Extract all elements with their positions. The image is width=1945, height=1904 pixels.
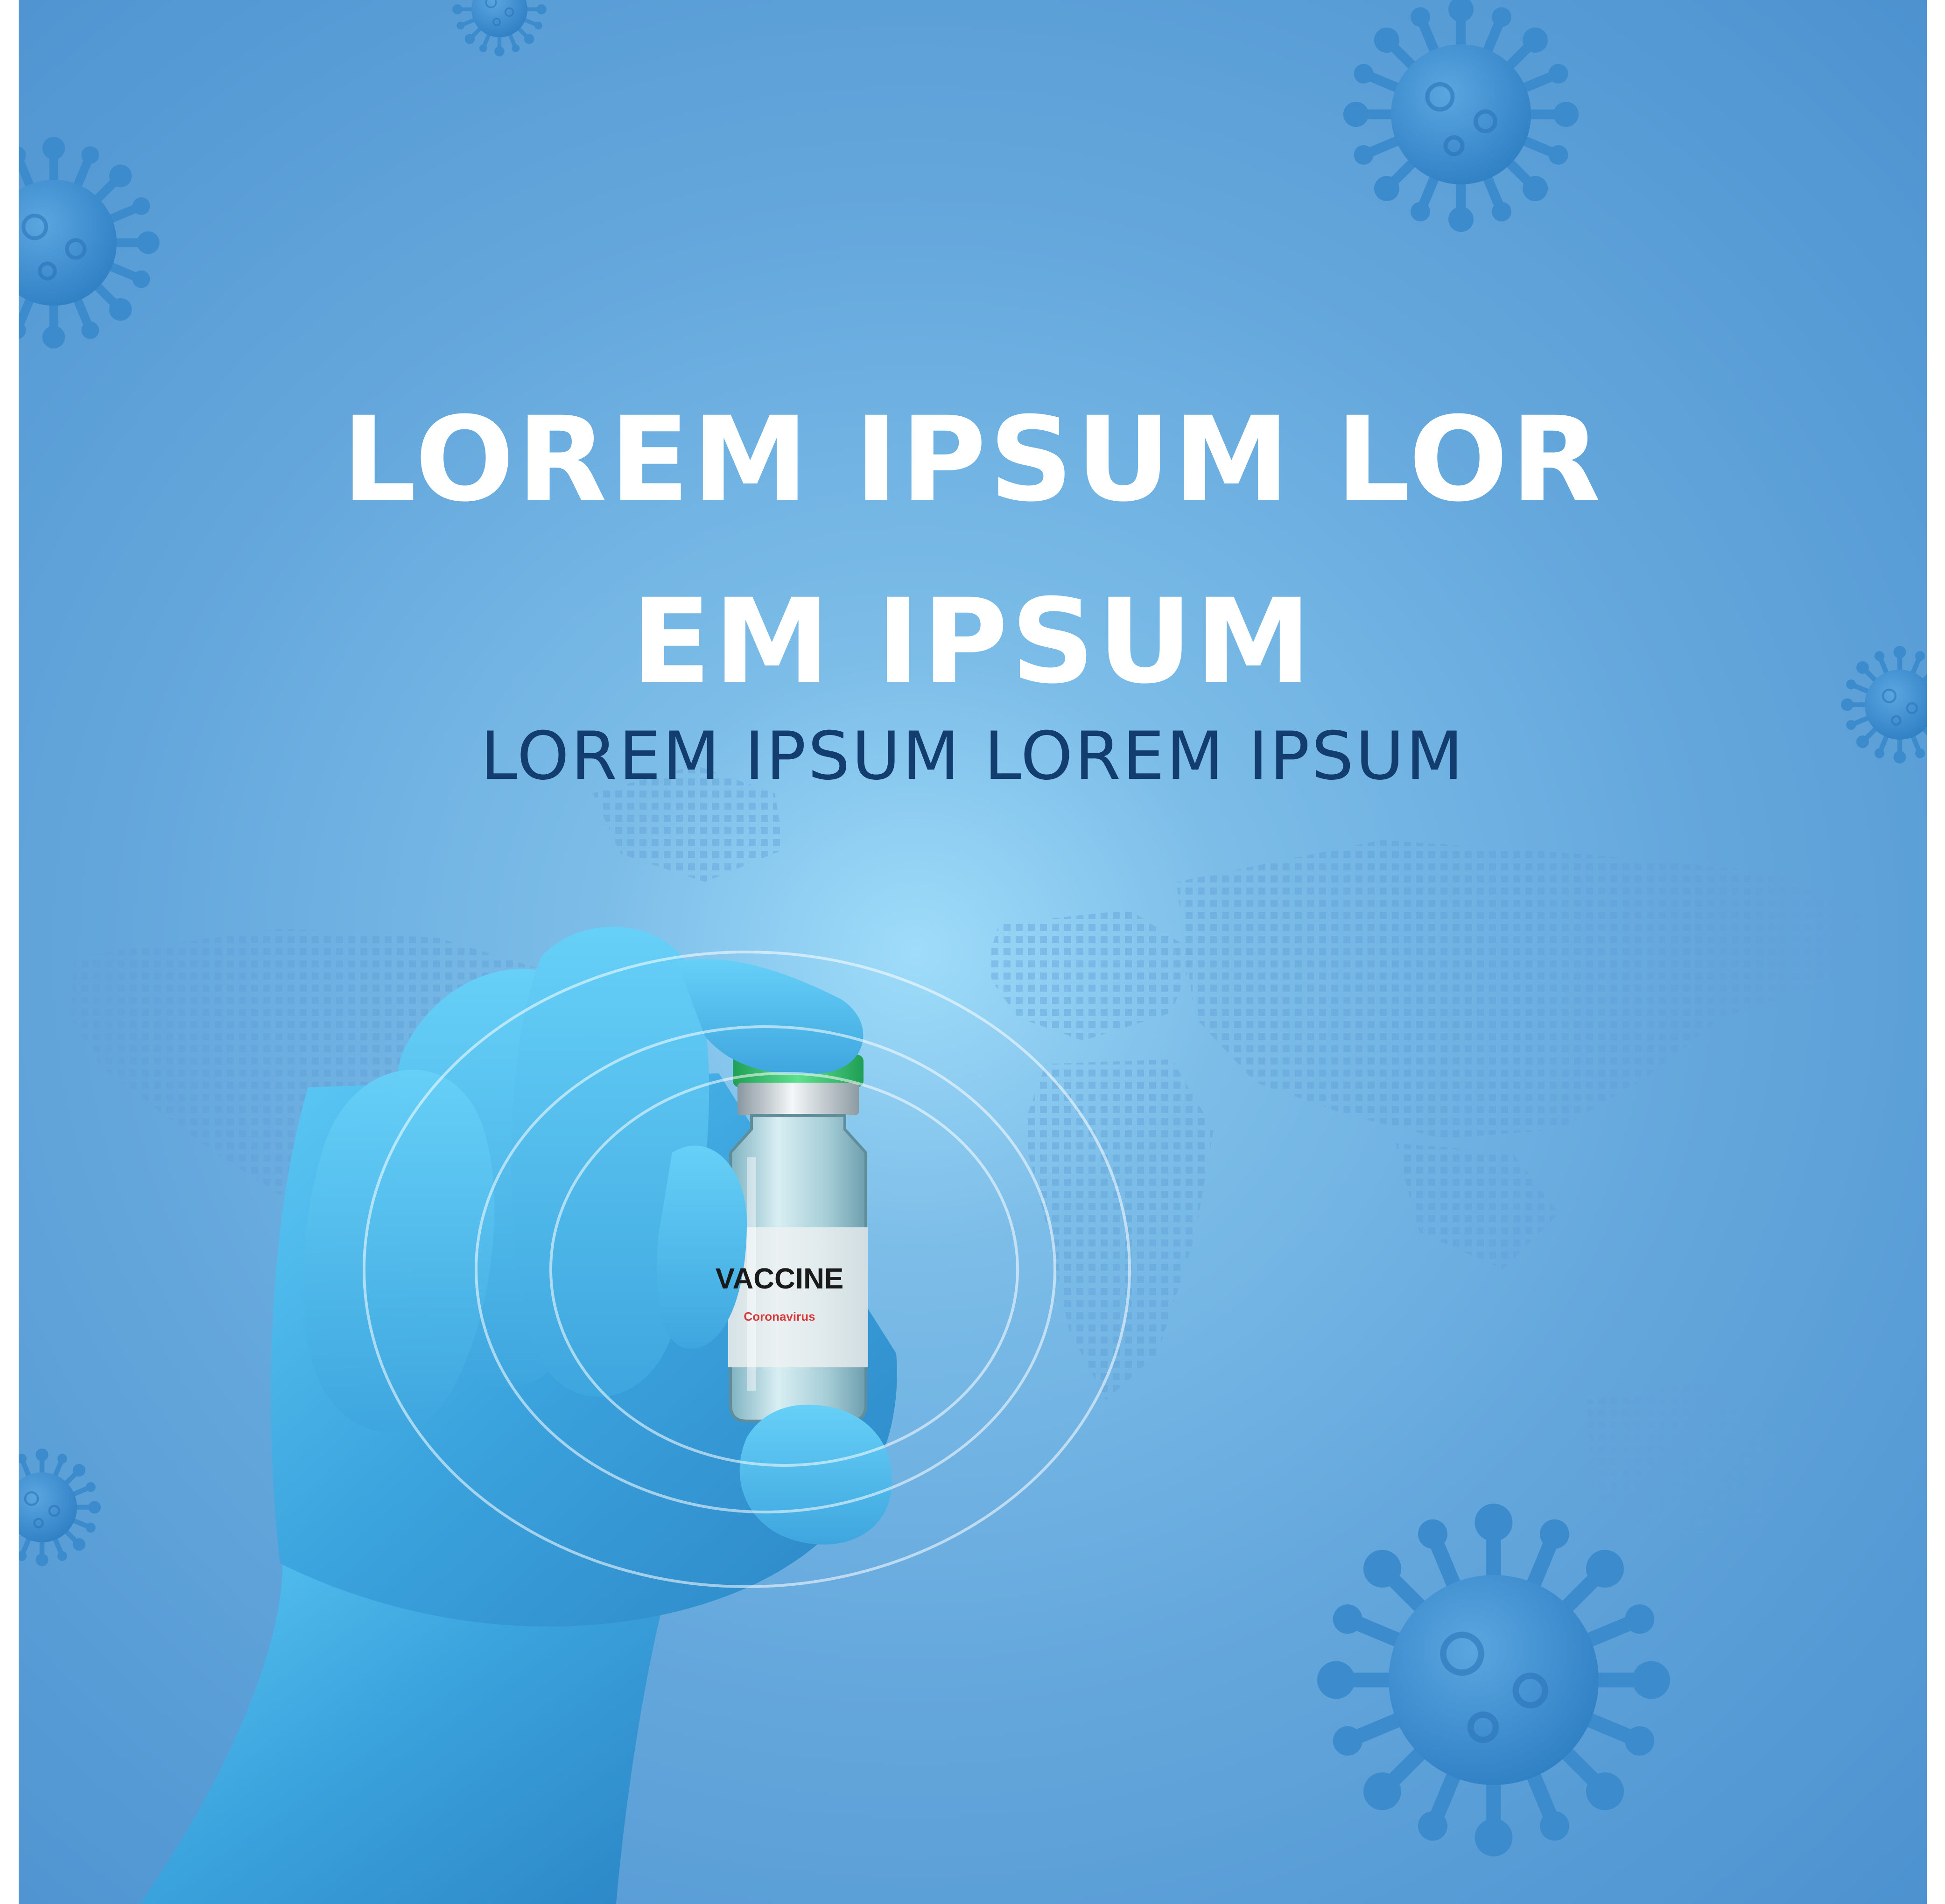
vial-label-title: VACCINE xyxy=(715,1263,844,1295)
headline-line-1: LOREM IPSUM LOR xyxy=(342,392,1604,527)
gloved-hand xyxy=(140,926,1131,1904)
vaccine-vial xyxy=(728,1055,868,1422)
headline-line-2: EM IPSUM xyxy=(631,574,1314,709)
poster-background: LOREM IPSUM LOR EM IPSUM LOREM IPSUM LOR… xyxy=(19,0,1927,1904)
subheadline: LOREM IPSUM LOREM IPSUM xyxy=(480,718,1465,795)
vial-label-subtitle: Coronavirus xyxy=(744,1309,815,1323)
